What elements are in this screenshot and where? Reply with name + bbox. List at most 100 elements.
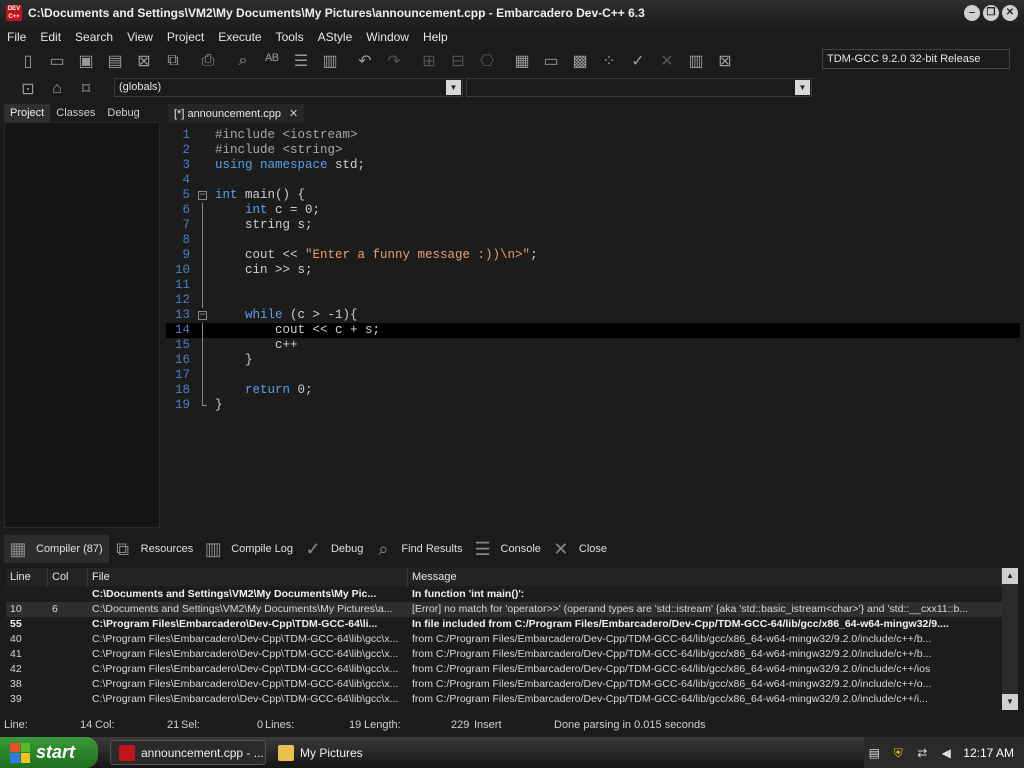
close-file-icon[interactable]: ⊠ (130, 49, 158, 73)
keyboard-icon[interactable]: ▤ (867, 746, 881, 760)
table-row[interactable]: 10 6 C:\Documents and Settings\VM2\My Docu… (6, 602, 1002, 617)
code-line[interactable]: 6 int c = 0; (166, 203, 1020, 218)
tab-project[interactable]: Project (4, 104, 51, 122)
menu-tools[interactable]: Tools (269, 30, 311, 44)
code-line[interactable]: 3 using namespace std; (166, 158, 1020, 173)
bottom-tab-console[interactable]: ☰ Console (469, 535, 547, 563)
chevron-down-icon[interactable]: ▼ (446, 80, 461, 95)
new-project-icon[interactable]: ⊞ (415, 49, 443, 73)
bottom-tab-resources[interactable]: ⧉ Resources (109, 535, 200, 563)
profile-icon[interactable]: ▥ (682, 49, 710, 73)
menu-project[interactable]: Project (160, 30, 211, 44)
code-line[interactable]: 1 #include <iostream> (166, 128, 1020, 143)
table-row[interactable]: 39 C:\Program Files\Embarcadero\Dev-Cpp\T… (6, 692, 1002, 707)
indent-icon[interactable]: ☰ (287, 49, 315, 73)
redo-icon[interactable]: ↷ (380, 49, 408, 73)
menu-view[interactable]: View (120, 30, 160, 44)
stop-icon[interactable]: ✕ (653, 49, 681, 73)
remove-project-icon[interactable]: ⊟ (444, 49, 472, 73)
code-line[interactable]: 7 string s; (166, 218, 1020, 233)
undo-icon[interactable]: ↶ (351, 49, 379, 73)
code-line[interactable]: 13− while (c > -1){ (166, 308, 1020, 323)
code-editor[interactable]: 1 #include <iostream> 2 #include <string> 3 u… (166, 124, 1020, 528)
clock[interactable]: 12:17 AM (963, 746, 1014, 760)
fold-collapse-icon[interactable]: − (198, 191, 207, 200)
code-line[interactable]: 10 cin >> s; (166, 263, 1020, 278)
replace-icon[interactable]: ᴬᴮ (258, 49, 286, 73)
volume-icon[interactable]: ◀ (939, 746, 953, 760)
column-header-col[interactable]: Col (48, 568, 88, 586)
menu-file[interactable]: File (0, 30, 33, 44)
minimize-button[interactable]: ‒ (964, 5, 980, 21)
menu-astyle[interactable]: AStyle (311, 30, 360, 44)
column-header-message[interactable]: Message (408, 568, 1002, 586)
insert-icon[interactable]: ⊡ (14, 77, 42, 101)
close-icon[interactable]: ✕ (289, 107, 298, 120)
new-file-icon[interactable]: ▯ (14, 49, 42, 73)
delete-profile-icon[interactable]: ⊠ (711, 49, 739, 73)
toggle-bookmark-icon[interactable]: ⌂ (43, 77, 71, 101)
bottom-tab-close[interactable]: ✕ Close (547, 535, 613, 563)
scroll-down-icon[interactable]: ▼ (1002, 694, 1018, 710)
column-header-file[interactable]: File (88, 568, 408, 586)
compiler-messages-table[interactable]: Line Col File Message C:\Documents and S… (6, 568, 1018, 710)
open-folder-icon[interactable]: ▭ (43, 49, 71, 73)
taskbar-item-my-pictures[interactable]: My Pictures (270, 740, 430, 765)
bottom-tab-compiler-87[interactable]: ▦ Compiler (87) (4, 535, 109, 563)
code-line[interactable]: 14 cout << c + s; (166, 323, 1020, 338)
table-row[interactable]: 55 C:\Program Files\Embarcadero\Dev-Cpp\T… (6, 617, 1002, 632)
project-panel[interactable] (4, 122, 160, 528)
print-icon[interactable]: ⎙ (194, 49, 222, 73)
code-line[interactable]: 18 return 0; (166, 383, 1020, 398)
compile-run-icon[interactable]: ▩ (566, 49, 594, 73)
bottom-tab-find-results[interactable]: ⌕ Find Results (369, 535, 468, 563)
menu-execute[interactable]: Execute (211, 30, 268, 44)
code-line[interactable]: 9 cout << "Enter a funny message :))\n>"… (166, 248, 1020, 263)
code-line[interactable]: 15 c++ (166, 338, 1020, 353)
compiler-select[interactable]: TDM-GCC 9.2.0 32-bit Release (822, 49, 1010, 69)
menu-window[interactable]: Window (359, 30, 416, 44)
close-all-icon[interactable]: ⧉ (159, 49, 187, 73)
code-line[interactable]: 2 #include <string> (166, 143, 1020, 158)
restore-button[interactable]: ❐ (983, 5, 999, 21)
bottom-tab-debug[interactable]: ✓ Debug (299, 535, 369, 563)
rebuild-icon[interactable]: ⁘ (595, 49, 623, 73)
menu-edit[interactable]: Edit (33, 30, 68, 44)
unindent-icon[interactable]: ▥ (316, 49, 344, 73)
table-row[interactable]: 38 C:\Program Files\Embarcadero\Dev-Cpp\T… (6, 677, 1002, 692)
syntax-check-icon[interactable]: ✓ (624, 49, 652, 73)
find-icon[interactable]: ⌕ (229, 49, 257, 73)
messages-scrollbar[interactable]: ▲ ▼ (1002, 568, 1018, 710)
menu-help[interactable]: Help (416, 30, 455, 44)
compile-icon[interactable]: ▦ (508, 49, 536, 73)
tab-debug[interactable]: Debug (101, 104, 145, 122)
code-line[interactable]: 8 (166, 233, 1020, 248)
code-line[interactable]: 5− int main() { (166, 188, 1020, 203)
scope-select[interactable]: (globals) ▼ (114, 78, 463, 97)
shield-icon[interactable]: ⛨ (891, 746, 905, 760)
start-button[interactable]: start (0, 737, 98, 768)
scroll-up-icon[interactable]: ▲ (1002, 568, 1018, 584)
code-line[interactable]: 17 (166, 368, 1020, 383)
table-row[interactable]: C:\Documents and Settings\VM2\My Documen… (6, 587, 1002, 602)
editor-tab-announcement[interactable]: [*] announcement.cpp ✕ (168, 104, 305, 123)
close-window-button[interactable]: ✕ (1002, 5, 1018, 21)
save-all-icon[interactable]: ▤ (101, 49, 129, 73)
code-line[interactable]: 4 (166, 173, 1020, 188)
goto-bookmark-icon[interactable]: ⌑ (72, 77, 100, 101)
fold-collapse-icon[interactable]: − (198, 311, 207, 320)
code-line[interactable]: 12 (166, 293, 1020, 308)
table-row[interactable]: 40 C:\Program Files\Embarcadero\Dev-Cpp\T… (6, 632, 1002, 647)
code-line[interactable]: 11 (166, 278, 1020, 293)
code-line[interactable]: 16 } (166, 353, 1020, 368)
network-icon[interactable]: ⇄ (915, 746, 929, 760)
code-line[interactable]: 19} (166, 398, 1020, 413)
chevron-down-icon[interactable]: ▼ (795, 80, 810, 95)
table-row[interactable]: 42 C:\Program Files\Embarcadero\Dev-Cpp\T… (6, 662, 1002, 677)
taskbar-item-devcpp[interactable]: announcement.cpp - ... (110, 740, 266, 765)
bottom-tab-compile-log[interactable]: ▥ Compile Log (199, 535, 299, 563)
column-header-line[interactable]: Line (6, 568, 48, 586)
menu-search[interactable]: Search (68, 30, 120, 44)
run-icon[interactable]: ▭ (537, 49, 565, 73)
project-options-icon[interactable]: ⎔ (473, 49, 501, 73)
